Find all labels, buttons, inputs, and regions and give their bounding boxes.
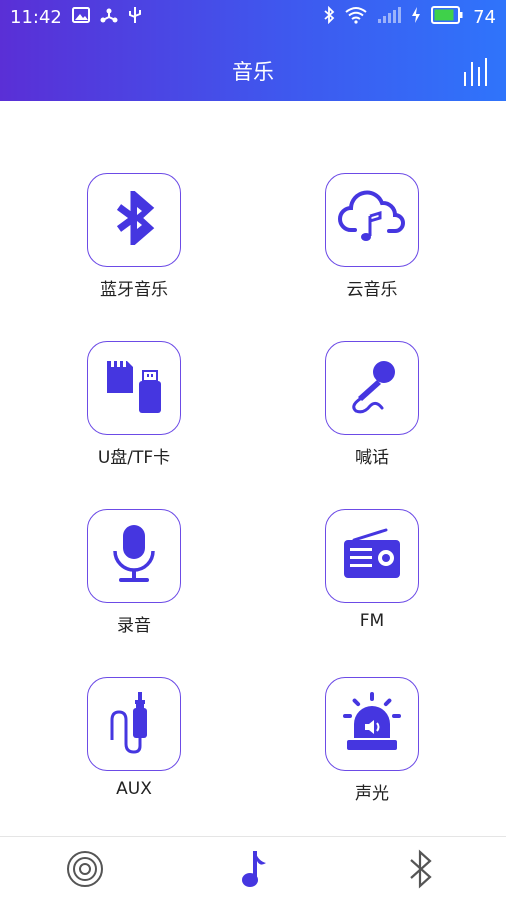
- bluetooth-status-icon: [323, 5, 335, 28]
- tile-bluetooth-music[interactable]: 蓝牙音乐: [64, 173, 204, 300]
- bluetooth-icon: [107, 187, 161, 249]
- tile-cloud-music[interactable]: 云音乐: [302, 173, 442, 300]
- recording-mic-icon: [109, 523, 159, 589]
- siren-light-icon: [339, 690, 405, 758]
- status-time: 11:42: [10, 6, 62, 28]
- tile-label: U盘/TF卡: [97, 448, 171, 468]
- feature-grid: 蓝牙音乐 云音乐 U盘/TF卡 喊话 录音 FM AUX 声光: [0, 101, 506, 837]
- microphone-icon: [342, 356, 402, 420]
- bottom-nav: [0, 836, 506, 901]
- tile-label: 云音乐: [346, 280, 398, 300]
- nav-speaker[interactable]: [65, 851, 105, 891]
- bluetooth-icon: [406, 849, 436, 893]
- app-header: 11:42 74 音乐: [0, 0, 506, 101]
- aux-cable-icon: [106, 690, 162, 758]
- signal-icon: [377, 7, 402, 27]
- wifi-icon: [345, 6, 367, 28]
- usb-sd-card-icon: [103, 357, 165, 419]
- battery-icon: [431, 6, 463, 28]
- tile-label: AUX: [116, 779, 152, 799]
- tile-recording[interactable]: 录音: [64, 509, 204, 636]
- equalizer-icon[interactable]: [462, 56, 492, 90]
- tile-shout[interactable]: 喊话: [302, 341, 442, 468]
- tile-fm[interactable]: FM: [302, 509, 442, 631]
- tile-label: 喊话: [355, 448, 389, 468]
- nav-music[interactable]: [233, 851, 273, 891]
- page-title: 音乐: [232, 60, 274, 84]
- tile-label: 录音: [117, 616, 151, 636]
- usb-debug-icon: [128, 6, 142, 28]
- image-notification-icon: [71, 7, 90, 27]
- music-note-icon: [238, 849, 268, 893]
- usb-notification-icon: [100, 6, 118, 28]
- tile-sound-light[interactable]: 声光: [302, 677, 442, 804]
- radio-icon: [340, 528, 404, 584]
- tile-usb-tf-card[interactable]: U盘/TF卡: [64, 341, 204, 468]
- cloud-music-icon: [337, 190, 407, 250]
- charging-icon: [411, 6, 421, 28]
- tile-label: 蓝牙音乐: [100, 280, 168, 300]
- tile-aux[interactable]: AUX: [64, 677, 204, 799]
- speaker-icon: [66, 850, 104, 892]
- nav-bluetooth[interactable]: [401, 849, 441, 893]
- tile-label: 声光: [355, 784, 389, 804]
- status-bar: 11:42 74: [0, 0, 506, 34]
- tile-label: FM: [359, 611, 385, 631]
- battery-percent: 74: [473, 6, 496, 28]
